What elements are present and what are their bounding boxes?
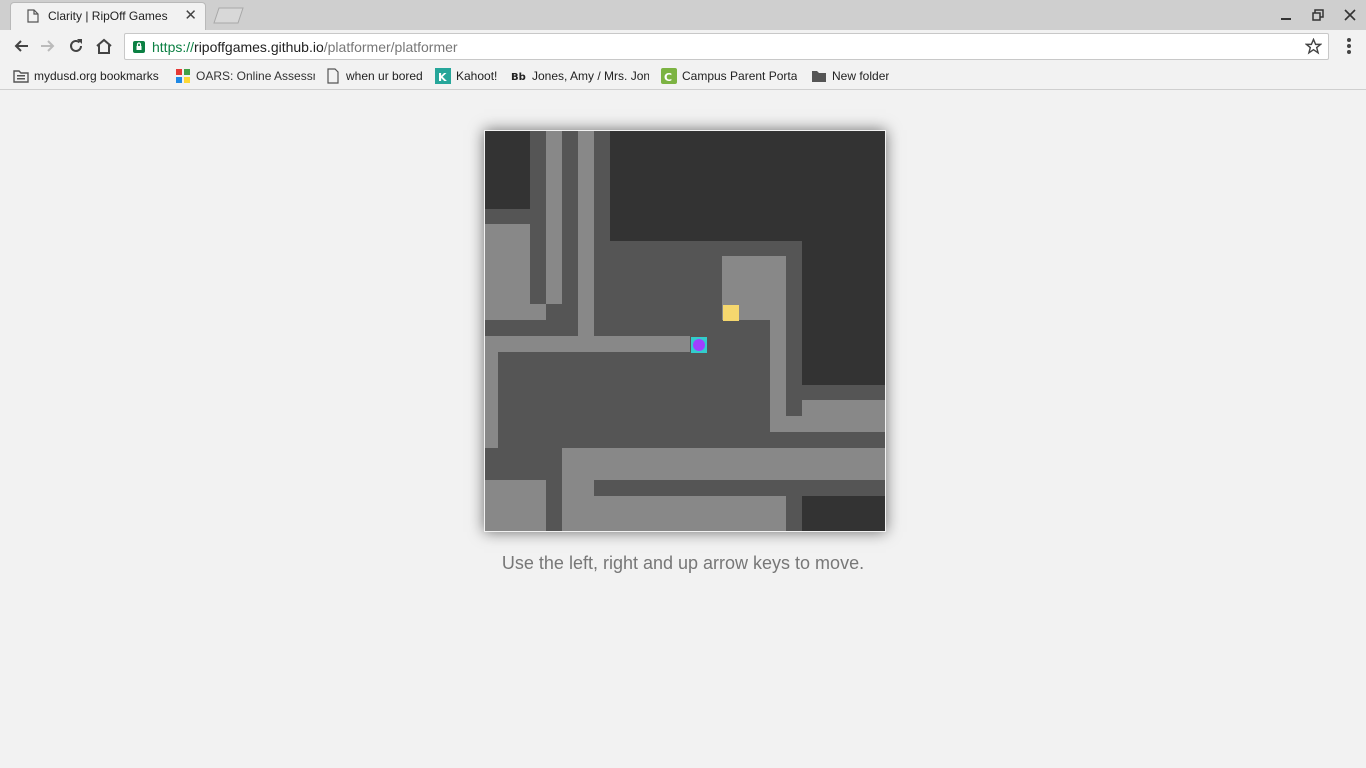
svg-text:Bb: Bb (511, 72, 526, 83)
wall-tile (485, 336, 690, 352)
wall-tile (802, 496, 885, 531)
menu-icon[interactable] (1339, 35, 1359, 57)
game-canvas[interactable] (485, 131, 885, 531)
reload-button[interactable] (65, 35, 87, 57)
wall-tile (610, 131, 885, 241)
back-arrow-icon (14, 40, 28, 52)
wall-tile (546, 131, 562, 304)
wall-tile (485, 131, 530, 209)
tab-title: Clarity | RipOff Games (48, 9, 168, 23)
player-character (691, 337, 707, 353)
reload-icon (70, 39, 82, 52)
player-core (693, 339, 705, 351)
instructions-text: Use the left, right and up arrow keys to… (501, 553, 865, 573)
address-bar[interactable]: https://ripoffgames.github.io/platformer… (124, 33, 1329, 60)
wall-tile (770, 320, 786, 432)
oars-icon (175, 68, 191, 84)
bookmark-mydusd[interactable]: mydusd.org bookmarks (13, 67, 168, 85)
kahoot-icon: K (435, 68, 451, 84)
wall-tile (485, 352, 498, 448)
url-path: /platformer/platformer (323, 39, 458, 55)
wall-tile (786, 416, 885, 432)
tab-close-icon[interactable]: ✕ (184, 8, 197, 24)
svg-text:C: C (664, 71, 672, 84)
bookmark-label: Jones, Amy / Mrs. Jon (532, 69, 649, 83)
bookmark-when-ur-bored[interactable]: when ur bored (325, 67, 430, 85)
wall-tile (802, 400, 885, 416)
tab-strip: Clarity | RipOff Games ✕ (0, 0, 1366, 30)
bookmark-label: New folder (832, 69, 890, 83)
bookmark-label: OARS: Online Assessm (196, 69, 315, 83)
folder-icon (13, 68, 29, 84)
bookmark-kahoot[interactable]: K Kahoot! (435, 67, 505, 85)
forward-button[interactable] (37, 35, 59, 57)
close-window-icon[interactable] (1337, 4, 1363, 26)
home-icon (96, 38, 112, 54)
bookmark-label: Kahoot! (456, 69, 498, 83)
wall-tile (485, 480, 546, 531)
bookmark-label: when ur bored (346, 69, 423, 83)
page-icon (27, 9, 39, 23)
url-host: ripoffgames.github.io (194, 39, 324, 55)
bookmark-jones-amy[interactable]: Bb Jones, Amy / Mrs. Jon (511, 67, 649, 85)
browser-toolbar: https://ripoffgames.github.io/platformer… (0, 30, 1366, 63)
minimize-icon[interactable] (1273, 4, 1299, 26)
new-tab-button[interactable] (213, 7, 245, 24)
campus-icon: C (661, 68, 677, 84)
svg-text:K: K (438, 71, 447, 84)
wall-tile (562, 448, 885, 480)
restore-icon[interactable] (1305, 4, 1331, 26)
folder-icon (811, 68, 827, 84)
bookmark-oars[interactable]: OARS: Online Assessm (175, 67, 315, 85)
bookmark-star-icon[interactable] (1304, 37, 1323, 55)
wall-tile (562, 480, 594, 531)
url-scheme: https:// (152, 39, 195, 55)
bookmark-campus-parent[interactable]: C Campus Parent Porta (661, 67, 801, 85)
wall-tile (594, 496, 786, 531)
url-text: https://ripoffgames.github.io/platformer… (152, 39, 458, 55)
bookmark-new-folder[interactable]: New folder (811, 67, 901, 85)
wall-tile (485, 304, 546, 320)
wall-tile (802, 241, 885, 385)
page-icon (325, 68, 341, 84)
bookmark-label: mydusd.org bookmarks (34, 69, 159, 83)
bookmark-label: Campus Parent Porta (682, 69, 798, 83)
wall-tile (578, 131, 594, 336)
lock-icon (132, 40, 146, 54)
forward-arrow-icon (41, 40, 55, 52)
back-button[interactable] (10, 35, 32, 57)
coin-square (723, 305, 739, 321)
home-button[interactable] (93, 35, 115, 57)
blackboard-icon: Bb (511, 68, 527, 84)
bookmarks-bar: mydusd.org bookmarks OARS: Online Assess… (0, 63, 1366, 90)
game-canvas-frame (484, 130, 886, 532)
browser-tab[interactable]: Clarity | RipOff Games ✕ (10, 2, 206, 30)
